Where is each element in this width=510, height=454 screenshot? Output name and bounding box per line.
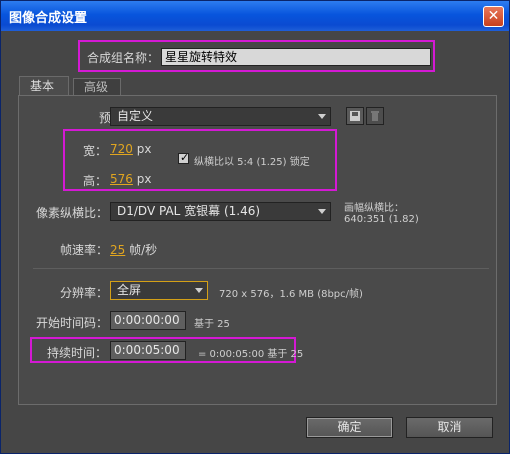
width-label: 宽： <box>83 144 108 158</box>
lock-aspect-checkbox[interactable]: ✓ <box>178 151 190 164</box>
cancel-button[interactable]: 取消 <box>406 417 493 438</box>
duration-input[interactable]: 0:00:05:00 <box>110 341 186 360</box>
dialog-body: 合成组名称： 星星旋转特效 基本 高级 预置： 自定义 宽： 720 px 高 <box>5 31 505 451</box>
divider <box>33 268 489 269</box>
duration-info: = 0:00:05:00 基于 25 <box>198 349 304 360</box>
chevron-down-icon <box>318 114 326 119</box>
duration-label: 持续时间： <box>47 346 108 360</box>
frame-rate-value[interactable]: 25 <box>110 243 125 257</box>
window-title: 图像合成设置 <box>9 11 88 26</box>
ok-button[interactable]: 确定 <box>306 417 393 438</box>
chevron-down-icon <box>195 288 203 293</box>
width-value[interactable]: 720 <box>110 142 133 156</box>
resolution-label: 分辨率： <box>60 286 109 300</box>
preset-dropdown[interactable]: 自定义 <box>110 107 331 126</box>
delete-preset-icon[interactable] <box>366 107 384 125</box>
lock-aspect-label: 纵横比以 5:4 (1.25) 锁定 <box>194 157 310 168</box>
height-field[interactable]: 576 px <box>110 172 151 186</box>
start-timecode-base: 基于 25 <box>194 319 230 330</box>
height-label: 高： <box>83 174 108 188</box>
height-value[interactable]: 576 <box>110 172 133 186</box>
width-field[interactable]: 720 px <box>110 142 151 156</box>
close-icon[interactable]: ✕ <box>483 6 504 27</box>
frame-rate-unit: 帧/秒 <box>129 243 158 257</box>
chevron-down-icon <box>318 209 326 214</box>
height-unit: px <box>136 172 152 186</box>
frame-rate-field[interactable]: 25 帧/秒 <box>110 241 157 258</box>
comp-name-label: 合成组名称： <box>87 51 160 65</box>
preset-value: 自定义 <box>117 109 154 123</box>
frame-aspect-label: 画幅纵横比： <box>344 203 404 214</box>
resolution-value: 全屏 <box>117 283 142 297</box>
basic-panel: 预置： 自定义 宽： 720 px 高： 576 px ✓ 纵横比以 5:4 (… <box>18 95 497 405</box>
pixel-aspect-value: D1/DV PAL 宽银幕 (1.46) <box>117 204 261 218</box>
pixel-aspect-label: 像素纵横比： <box>36 206 109 220</box>
resolution-dropdown[interactable]: 全屏 <box>110 281 208 300</box>
save-preset-icon[interactable] <box>346 107 364 125</box>
comp-name-input[interactable]: 星星旋转特效 <box>161 48 431 66</box>
resolution-info: 720 x 576，1.6 MB (8bpc/帧) <box>219 289 363 300</box>
pixel-aspect-dropdown[interactable]: D1/DV PAL 宽银幕 (1.46) <box>110 202 331 221</box>
composition-settings-dialog: 图像合成设置 ✕ 合成组名称： 星星旋转特效 基本 高级 预置： 自定义 <box>0 0 510 454</box>
frame-rate-label: 帧速率： <box>60 243 109 257</box>
start-timecode-label: 开始时间码： <box>36 316 109 330</box>
start-timecode-input[interactable]: 0:00:00:00 <box>110 311 186 330</box>
check-icon: ✓ <box>180 151 190 164</box>
width-unit: px <box>136 142 152 156</box>
title-bar[interactable]: 图像合成设置 ✕ <box>1 1 509 31</box>
frame-aspect-value: 640:351 (1.82) <box>344 214 419 225</box>
